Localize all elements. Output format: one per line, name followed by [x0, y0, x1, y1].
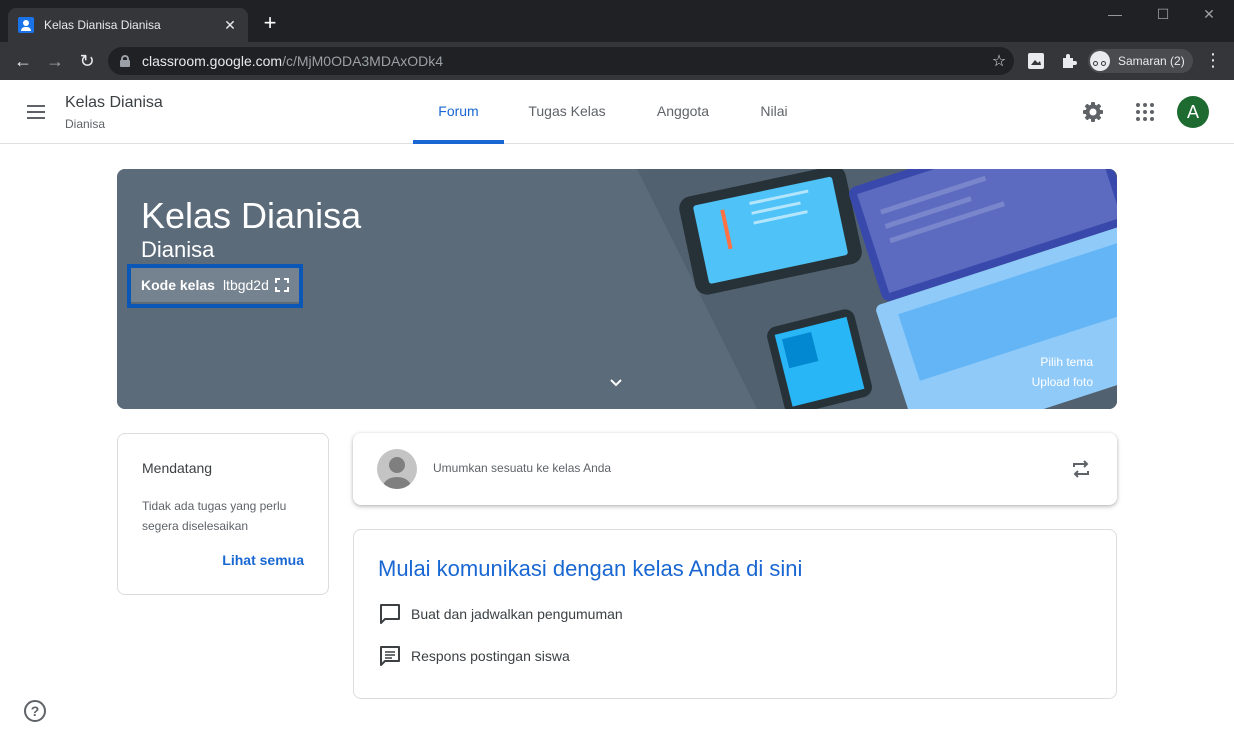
url-text[interactable]: classroom.google.com/c/MjM0ODA3MDAxODk4 — [142, 53, 984, 69]
browser-menu-icon[interactable]: ⋮ — [1204, 51, 1222, 69]
fullscreen-icon[interactable] — [274, 278, 289, 292]
person-icon — [383, 457, 411, 489]
communication-item-label: Buat dan jadwalkan pengumuman — [411, 606, 623, 622]
classroom-favicon-icon — [18, 17, 34, 33]
tab-forum[interactable]: Forum — [413, 80, 504, 144]
incognito-icon — [1090, 51, 1110, 71]
bookmark-star-icon[interactable]: ☆ — [984, 51, 1014, 71]
help-icon[interactable]: ? — [24, 700, 46, 722]
communication-item-label: Respons postingan siswa — [411, 648, 570, 664]
choose-theme-link[interactable]: Pilih tema — [1040, 355, 1093, 369]
class-code[interactable]: Kode kelas ltbgd2d — [131, 268, 299, 302]
address-bar[interactable]: classroom.google.com/c/MjM0ODA3MDAxODk4 … — [108, 47, 1014, 75]
account-avatar[interactable]: A — [1177, 96, 1209, 128]
chevron-down-icon[interactable] — [608, 375, 624, 391]
settings-gear-icon[interactable] — [1077, 96, 1109, 128]
classroom-header: Kelas Dianisa Dianisa Forum Tugas Kelas … — [0, 80, 1234, 144]
view-all-link[interactable]: Lihat semua — [222, 552, 304, 568]
browser-toolbar: ← → ↻ classroom.google.com/c/MjM0ODA3MDA… — [0, 42, 1234, 80]
extension-screenshot-icon[interactable] — [1027, 52, 1045, 70]
close-window-button[interactable]: ✕ — [1194, 6, 1224, 23]
forward-button[interactable]: → — [42, 48, 68, 74]
tab-nilai[interactable]: Nilai — [748, 80, 800, 144]
communication-card: Mulai komunikasi dengan kelas Anda di si… — [353, 529, 1117, 699]
banner-class-title: Kelas Dianisa — [141, 195, 362, 236]
browser-tab[interactable]: Kelas Dianisa Dianisa ✕ — [8, 8, 248, 42]
class-code-label: Kode kelas — [141, 277, 215, 293]
class-code-value: ltbgd2d — [222, 277, 269, 293]
tab-anggota[interactable]: Anggota — [640, 80, 726, 144]
back-button[interactable]: ← — [10, 48, 36, 74]
announce-box[interactable]: Umumkan sesuatu ke kelas Anda — [353, 433, 1117, 505]
apps-grid-icon[interactable] — [1129, 96, 1161, 128]
user-avatar — [377, 449, 417, 489]
communication-title: Mulai komunikasi dengan kelas Anda di si… — [378, 556, 803, 581]
tab-title: Kelas Dianisa Dianisa — [44, 18, 161, 32]
minimize-button[interactable]: — — [1100, 6, 1130, 22]
upcoming-card: Mendatang Tidak ada tugas yang perlu seg… — [117, 433, 329, 595]
feedback-icon — [380, 604, 400, 624]
upcoming-title: Mendatang — [142, 460, 213, 476]
extensions-puzzle-icon[interactable] — [1060, 52, 1078, 70]
banner-class-subtitle: Dianisa — [141, 237, 215, 262]
repost-icon[interactable] — [1069, 457, 1093, 481]
url-host: classroom.google.com — [142, 53, 283, 69]
incognito-profile-chip[interactable]: Samaran (2) — [1088, 49, 1193, 73]
tab-close-icon[interactable]: ✕ — [222, 17, 238, 34]
browser-titlebar: Kelas Dianisa Dianisa ✕ + — ☐ ✕ — [0, 0, 1234, 42]
list-item: Respons postingan siswa — [378, 644, 570, 668]
class-banner: Kelas Dianisa Dianisa Kode kelas ltbgd2d… — [117, 169, 1117, 409]
reload-button[interactable]: ↻ — [74, 48, 100, 74]
maximize-button[interactable]: ☐ — [1148, 6, 1178, 23]
header-class-title[interactable]: Kelas Dianisa — [65, 94, 163, 112]
url-path: /c/MjM0ODA3MDAxODk4 — [282, 53, 444, 69]
list-item: Buat dan jadwalkan pengumuman — [378, 602, 623, 626]
main-menu-icon[interactable] — [24, 100, 48, 124]
new-tab-button[interactable]: + — [258, 12, 282, 34]
lock-icon[interactable] — [120, 55, 130, 67]
tab-tugas-kelas[interactable]: Tugas Kelas — [516, 80, 618, 144]
upcoming-empty-text: Tidak ada tugas yang perlu segera disele… — [142, 499, 287, 533]
header-class-subtitle: Dianisa — [65, 117, 106, 131]
profile-label: Samaran (2) — [1118, 54, 1185, 68]
comment-icon — [380, 646, 400, 666]
announce-placeholder[interactable]: Umumkan sesuatu ke kelas Anda — [433, 461, 611, 475]
upload-photo-link[interactable]: Upload foto — [1032, 375, 1093, 389]
